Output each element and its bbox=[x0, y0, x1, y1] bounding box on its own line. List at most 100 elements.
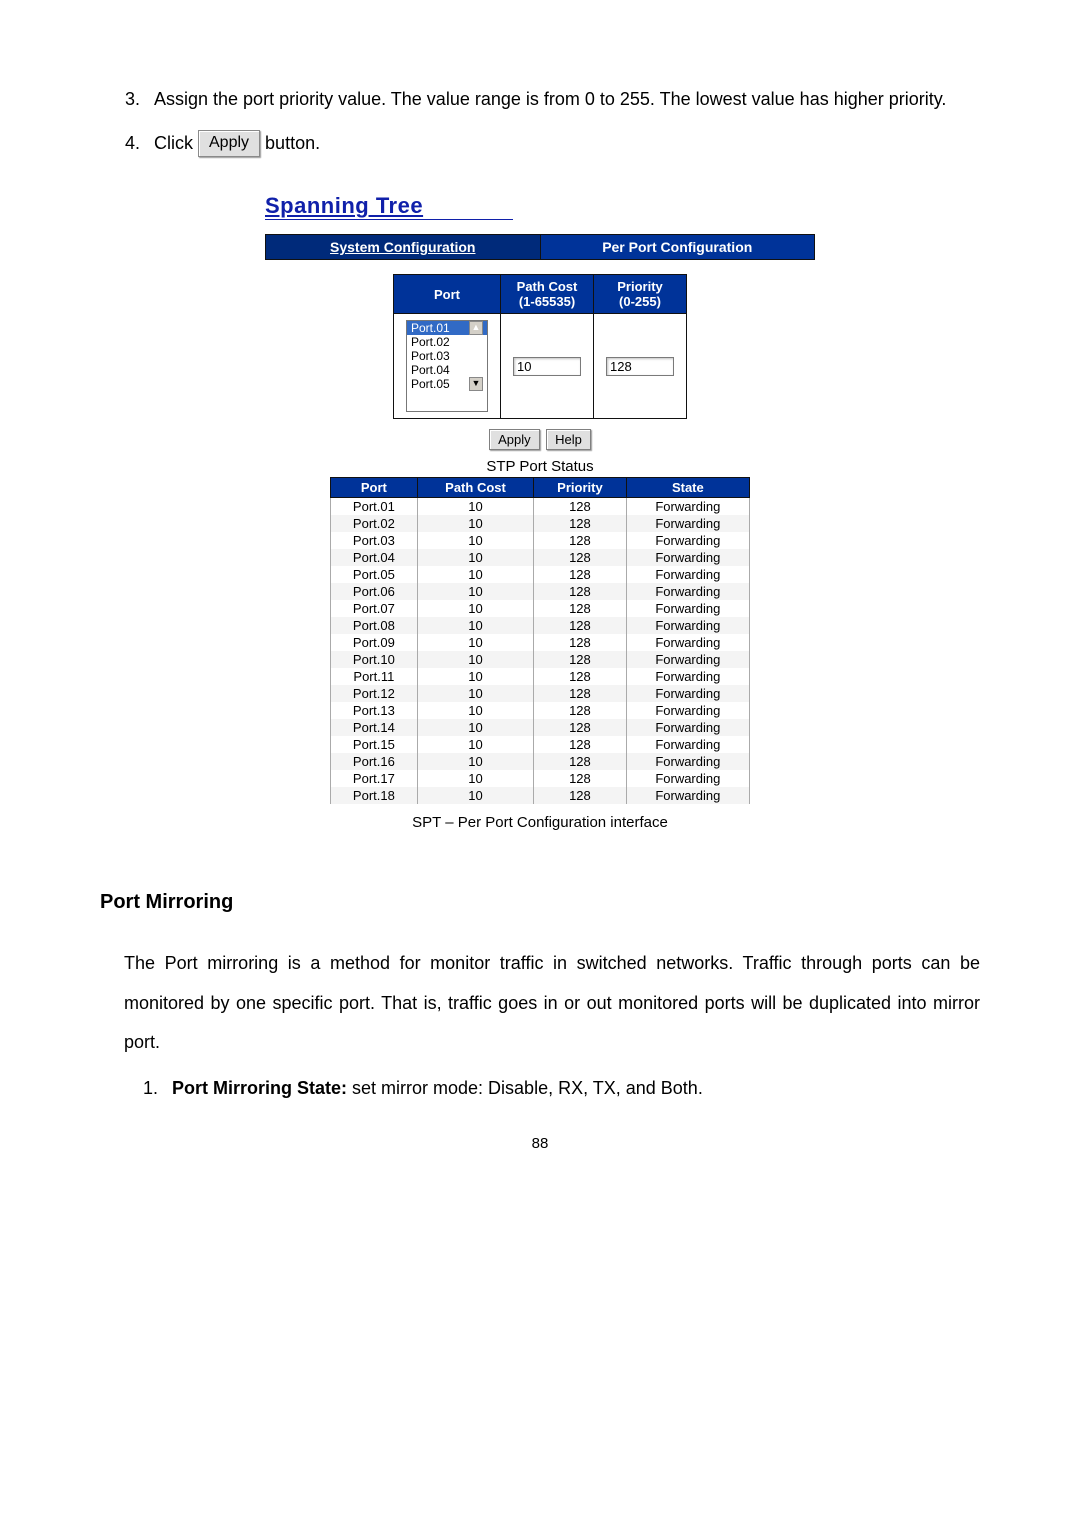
table-row: Port.0410128Forwarding bbox=[331, 549, 750, 566]
list-marker-3: 3. bbox=[100, 80, 154, 120]
cell-port: Port.15 bbox=[331, 736, 418, 753]
text-button: button. bbox=[265, 133, 320, 153]
cell-prio: 128 bbox=[534, 702, 626, 719]
hdr-priority: Priority (0-255) bbox=[594, 275, 687, 314]
cell-prio: 128 bbox=[534, 770, 626, 787]
cell-prio: 128 bbox=[534, 566, 626, 583]
section-heading-port-mirroring: Port Mirroring bbox=[100, 891, 980, 914]
cell-cost: 10 bbox=[417, 719, 533, 736]
status-hdr-prio: Priority bbox=[534, 478, 626, 498]
spanning-tree-panel: Spanning Tree System Configuration Per P… bbox=[265, 193, 815, 831]
cell-prio: 128 bbox=[534, 617, 626, 634]
pm-state-label: Port Mirroring State: bbox=[172, 1078, 347, 1098]
panel-title: Spanning Tree bbox=[265, 193, 513, 220]
stp-status-table: Port Path Cost Priority State Port.01101… bbox=[330, 477, 750, 804]
pm-state-desc: set mirror mode: Disable, RX, TX, and Bo… bbox=[347, 1078, 703, 1098]
cell-prio: 128 bbox=[534, 719, 626, 736]
cell-port: Port.16 bbox=[331, 753, 418, 770]
table-row: Port.0710128Forwarding bbox=[331, 600, 750, 617]
cell-cost: 10 bbox=[417, 770, 533, 787]
cell-prio: 128 bbox=[534, 515, 626, 532]
text-click: Click bbox=[154, 133, 198, 153]
port-option[interactable]: Port.02 bbox=[407, 335, 487, 349]
cell-cost: 10 bbox=[417, 787, 533, 804]
cell-state: Forwarding bbox=[626, 566, 749, 583]
status-hdr-state: State bbox=[626, 478, 749, 498]
port-select[interactable]: Port.01▲Port.02Port.03Port.04Port.05▼ bbox=[406, 320, 488, 412]
cell-port: Port.17 bbox=[331, 770, 418, 787]
table-row: Port.0510128Forwarding bbox=[331, 566, 750, 583]
table-row: Port.0810128Forwarding bbox=[331, 617, 750, 634]
page-number: 88 bbox=[100, 1135, 980, 1152]
cell-port: Port.13 bbox=[331, 702, 418, 719]
apply-button[interactable]: Apply bbox=[489, 429, 540, 450]
table-row: Port.1310128Forwarding bbox=[331, 702, 750, 719]
cell-port: Port.11 bbox=[331, 668, 418, 685]
scroll-down-icon[interactable]: ▼ bbox=[469, 377, 483, 391]
cell-cost: 10 bbox=[417, 668, 533, 685]
path-cost-input[interactable] bbox=[513, 357, 581, 376]
cell-port: Port.03 bbox=[331, 532, 418, 549]
cell-state: Forwarding bbox=[626, 634, 749, 651]
cell-cost: 10 bbox=[417, 583, 533, 600]
list-text-4: Click Apply button. bbox=[154, 124, 980, 164]
cell-port: Port.14 bbox=[331, 719, 418, 736]
port-option[interactable]: Port.03 bbox=[407, 349, 487, 363]
cell-prio: 128 bbox=[534, 634, 626, 651]
cell-port: Port.01 bbox=[331, 498, 418, 516]
table-row: Port.1010128Forwarding bbox=[331, 651, 750, 668]
cell-cost: 10 bbox=[417, 634, 533, 651]
cell-port: Port.02 bbox=[331, 515, 418, 532]
tab-system-configuration[interactable]: System Configuration bbox=[266, 235, 541, 260]
cell-port: Port.05 bbox=[331, 566, 418, 583]
cell-state: Forwarding bbox=[626, 515, 749, 532]
help-button[interactable]: Help bbox=[546, 429, 591, 450]
cell-prio: 128 bbox=[534, 583, 626, 600]
status-hdr-port: Port bbox=[331, 478, 418, 498]
table-row: Port.1710128Forwarding bbox=[331, 770, 750, 787]
status-hdr-cost: Path Cost bbox=[417, 478, 533, 498]
config-tabs: System Configuration Per Port Configurat… bbox=[265, 234, 815, 260]
cell-cost: 10 bbox=[417, 498, 533, 516]
cell-state: Forwarding bbox=[626, 617, 749, 634]
cell-cost: 10 bbox=[417, 515, 533, 532]
table-row: Port.1210128Forwarding bbox=[331, 685, 750, 702]
port-option[interactable]: Port.01▲ bbox=[407, 321, 487, 335]
port-option[interactable]: Port.04 bbox=[407, 363, 487, 377]
cell-state: Forwarding bbox=[626, 498, 749, 516]
scroll-up-icon[interactable]: ▲ bbox=[469, 321, 483, 335]
cell-port: Port.10 bbox=[331, 651, 418, 668]
cell-state: Forwarding bbox=[626, 719, 749, 736]
cell-state: Forwarding bbox=[626, 600, 749, 617]
cell-state: Forwarding bbox=[626, 685, 749, 702]
hdr-port: Port bbox=[394, 275, 501, 314]
cell-state: Forwarding bbox=[626, 651, 749, 668]
cell-cost: 10 bbox=[417, 685, 533, 702]
hdr-path-cost: Path Cost (1-65535) bbox=[501, 275, 594, 314]
cell-cost: 10 bbox=[417, 651, 533, 668]
cell-prio: 128 bbox=[534, 787, 626, 804]
cell-cost: 10 bbox=[417, 532, 533, 549]
cell-state: Forwarding bbox=[626, 532, 749, 549]
cell-port: Port.09 bbox=[331, 634, 418, 651]
cell-port: Port.08 bbox=[331, 617, 418, 634]
cell-prio: 128 bbox=[534, 736, 626, 753]
port-option[interactable]: Port.05▼ bbox=[407, 377, 487, 391]
cell-port: Port.04 bbox=[331, 549, 418, 566]
port-config-table: Port Path Cost (1-65535) Priority (0-255… bbox=[393, 274, 687, 419]
cell-cost: 10 bbox=[417, 600, 533, 617]
priority-input[interactable] bbox=[606, 357, 674, 376]
cell-prio: 128 bbox=[534, 753, 626, 770]
cell-state: Forwarding bbox=[626, 583, 749, 600]
table-row: Port.0310128Forwarding bbox=[331, 532, 750, 549]
table-row: Port.0610128Forwarding bbox=[331, 583, 750, 600]
table-row: Port.1610128Forwarding bbox=[331, 753, 750, 770]
cell-state: Forwarding bbox=[626, 702, 749, 719]
tab-per-port-configuration[interactable]: Per Port Configuration bbox=[540, 235, 815, 260]
table-row: Port.0210128Forwarding bbox=[331, 515, 750, 532]
status-title: STP Port Status bbox=[265, 458, 815, 475]
cell-cost: 10 bbox=[417, 702, 533, 719]
cell-port: Port.18 bbox=[331, 787, 418, 804]
cell-prio: 128 bbox=[534, 549, 626, 566]
table-row: Port.0110128Forwarding bbox=[331, 498, 750, 516]
